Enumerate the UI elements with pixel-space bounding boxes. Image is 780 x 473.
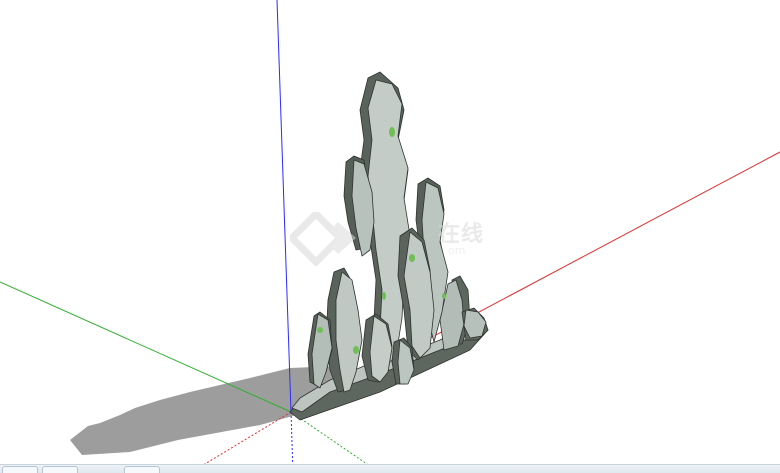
blue-axis [276,0,292,413]
moss-patch [389,127,395,137]
rockery-model[interactable] [289,71,489,421]
moss-patch [409,254,415,262]
green-axis [0,281,292,413]
taskbar-tab[interactable] [2,466,38,473]
moss-patch [353,346,359,354]
3d-viewport[interactable]: 在线 om [0,0,780,473]
taskbar-tab[interactable] [124,466,160,473]
taskbar-tab[interactable] [42,466,78,473]
moss-patch [317,327,323,333]
moss-patch [382,292,386,300]
taskbar-strip [0,464,780,473]
moss-patch [442,293,446,299]
scene-canvas[interactable] [0,0,780,473]
